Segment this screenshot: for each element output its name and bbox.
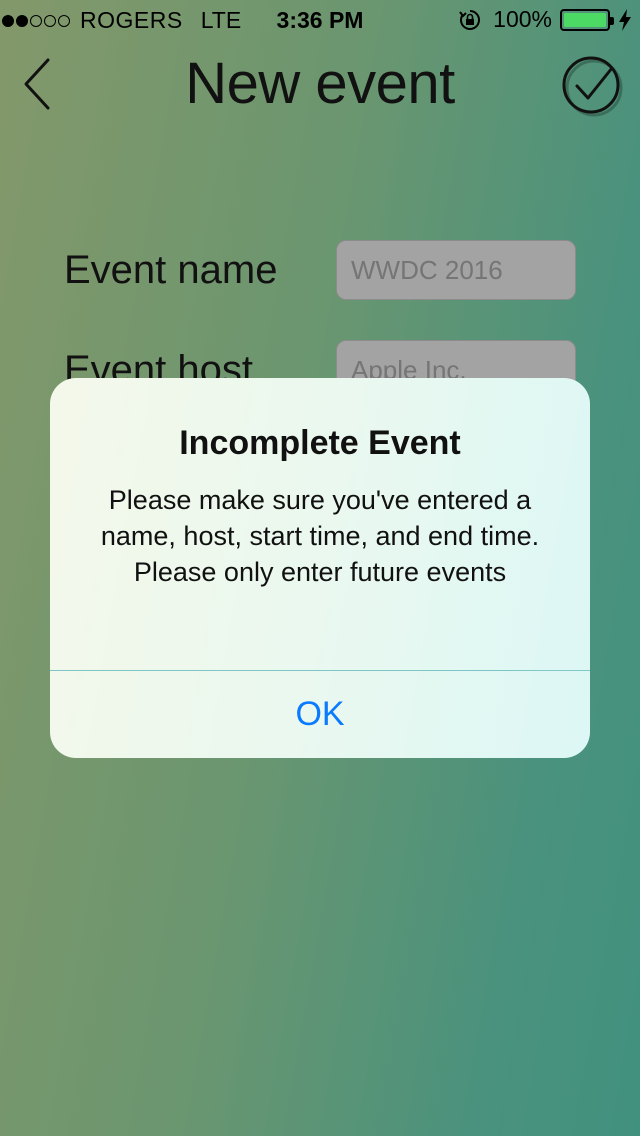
alert-title: Incomplete Event xyxy=(179,424,461,462)
ok-button[interactable]: OK xyxy=(50,671,590,758)
alert-message: Please make sure you've entered a name, … xyxy=(100,485,540,587)
screen: ROGERS LTE 3:36 PM 100% New event Event … xyxy=(0,0,640,1136)
alert-dialog: Incomplete Event Please make sure you've… xyxy=(50,378,590,758)
